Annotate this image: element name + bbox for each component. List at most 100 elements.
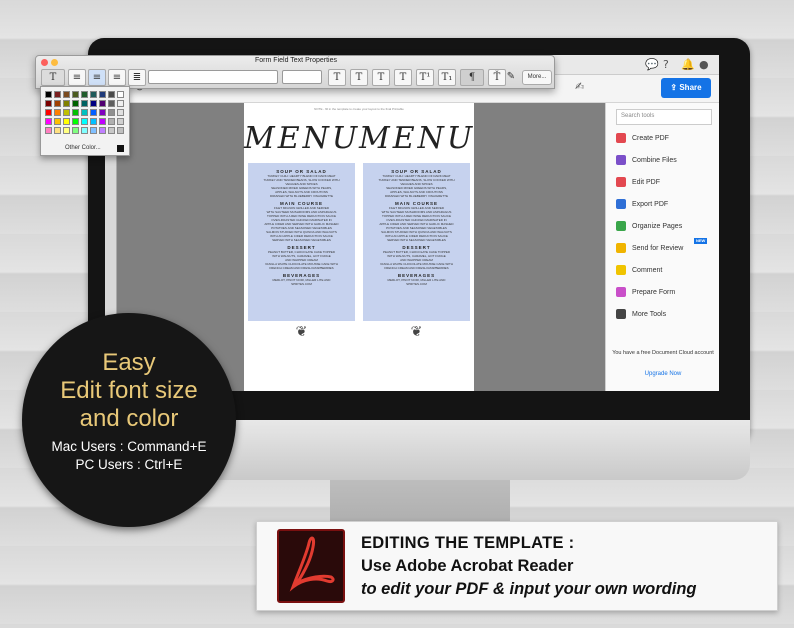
color-swatch[interactable] <box>63 91 70 98</box>
align-center-button[interactable]: ≡ <box>88 69 106 86</box>
color-swatch[interactable] <box>54 118 61 125</box>
color-swatch[interactable] <box>99 109 106 116</box>
combine-files-icon <box>616 155 626 166</box>
superscript-glyph: T¹ <box>419 72 431 83</box>
color-swatch[interactable] <box>90 127 97 134</box>
color-swatch[interactable] <box>99 91 106 98</box>
tool-prepare-form[interactable]: Prepare Form <box>616 287 675 301</box>
justify-icon: ≣ <box>132 72 142 83</box>
tool-comment[interactable]: Comment <box>616 265 662 279</box>
superscript-button[interactable]: T¹ <box>416 69 434 86</box>
search-tools-input[interactable]: Search tools <box>616 109 712 125</box>
color-swatch[interactable] <box>117 109 124 116</box>
font-size-field[interactable] <box>282 70 322 84</box>
color-swatch[interactable] <box>90 100 97 107</box>
color-swatch[interactable] <box>63 109 70 116</box>
tool-create-pdf[interactable]: Create PDF <box>616 133 669 147</box>
color-swatch[interactable] <box>45 109 52 116</box>
other-color-option[interactable]: Other Color... <box>65 145 101 151</box>
color-swatch[interactable] <box>81 91 88 98</box>
badge-line-2: Edit font size <box>60 377 198 404</box>
color-swatch[interactable] <box>63 100 70 107</box>
color-swatch[interactable] <box>72 100 79 107</box>
tool-more-tools[interactable]: More Tools <box>616 309 666 323</box>
color-swatch[interactable] <box>99 100 106 107</box>
tool-edit-pdf[interactable]: Edit PDF <box>616 177 660 191</box>
color-swatch[interactable] <box>63 127 70 134</box>
color-swatch[interactable] <box>99 127 106 134</box>
color-swatch[interactable] <box>81 109 88 116</box>
color-swatch[interactable] <box>63 118 70 125</box>
help-icon[interactable]: ? <box>663 58 669 71</box>
section-line: FRENCH CREAM AND FRESH RASPBERRIES <box>384 266 449 270</box>
tool-combine-files[interactable]: Combine Files <box>616 155 677 169</box>
color-swatch[interactable] <box>45 118 52 125</box>
color-swatch[interactable] <box>72 109 79 116</box>
color-swatch[interactable] <box>90 118 97 125</box>
color-swatch[interactable] <box>108 127 115 134</box>
color-swatch[interactable] <box>72 127 79 134</box>
menu-card-left: MENU SOUP OR SALAD TURKEY CHILI: HEARTY … <box>244 121 359 340</box>
strikethrough-button[interactable]: T <box>394 69 412 86</box>
more-button[interactable]: More... <box>522 70 552 85</box>
color-swatch[interactable] <box>54 100 61 107</box>
line-spacing-icon: Ť <box>493 72 501 83</box>
create-pdf-icon <box>616 133 626 144</box>
more-tools-icon <box>616 309 626 320</box>
color-swatch[interactable] <box>99 118 106 125</box>
page-note: NOTE - fill in the template to create yo… <box>314 107 404 111</box>
paragraph-direction-button[interactable]: ¶ <box>460 69 484 86</box>
align-right-button[interactable]: ≡ <box>108 69 126 86</box>
tool-export-pdf[interactable]: Export PDF <box>616 199 668 213</box>
badge-line-3: and color <box>79 405 179 432</box>
section-line: DRIZZLED WITH BLUEBERRY VINAIGRETTE <box>270 194 333 198</box>
text-style-button[interactable]: T <box>328 69 346 86</box>
color-swatch[interactable] <box>54 127 61 134</box>
color-swatch[interactable] <box>108 109 115 116</box>
upgrade-now-link[interactable]: Upgrade Now <box>612 371 714 377</box>
text-size-button[interactable]: T <box>350 69 368 86</box>
color-swatch[interactable] <box>81 127 88 134</box>
font-family-select[interactable] <box>148 70 278 84</box>
color-swatch[interactable] <box>108 118 115 125</box>
color-swatch[interactable] <box>45 100 52 107</box>
selected-color-swatch[interactable] <box>117 145 124 152</box>
avatar-icon[interactable]: ● <box>699 58 709 71</box>
color-swatch[interactable] <box>117 100 124 107</box>
sign-icon[interactable]: ✍ <box>575 80 584 93</box>
color-swatch[interactable] <box>90 91 97 98</box>
subscript-button[interactable]: T₁ <box>438 69 456 86</box>
share-button[interactable]: ⇪ Share <box>661 78 711 98</box>
justify-button[interactable]: ≣ <box>128 69 146 86</box>
edit-pdf-icon <box>616 177 626 188</box>
tool-organize-pages[interactable]: Organize Pages <box>616 221 682 235</box>
tool-label: Edit PDF <box>632 179 661 186</box>
color-swatch[interactable] <box>54 91 61 98</box>
new-badge: NEW <box>694 238 708 244</box>
menu-form-field[interactable]: SOUP OR SALAD TURKEY CHILI: HEARTY BLEND… <box>248 163 355 321</box>
color-swatch[interactable] <box>117 127 124 134</box>
color-swatch[interactable] <box>108 100 115 107</box>
color-swatch[interactable] <box>117 91 124 98</box>
bell-icon[interactable]: 🔔 <box>681 58 695 71</box>
tool-send-for-review[interactable]: Send for Review NEW <box>616 238 716 257</box>
chat-icon[interactable]: 💬 <box>645 58 659 71</box>
align-left-button[interactable]: ≡ <box>68 69 86 86</box>
color-swatch[interactable] <box>90 109 97 116</box>
acrobat-swirl-icon <box>289 536 335 592</box>
color-swatch[interactable] <box>72 91 79 98</box>
color-swatch[interactable] <box>72 118 79 125</box>
color-swatch[interactable] <box>81 118 88 125</box>
menu-form-field[interactable]: SOUP OR SALAD TURKEY CHILI: HEARTY BLEND… <box>363 163 470 321</box>
underline-button[interactable]: T <box>372 69 390 86</box>
highlighter-button[interactable]: ✎ <box>502 69 520 86</box>
color-swatch[interactable] <box>108 91 115 98</box>
tool-label: Export PDF <box>632 201 669 208</box>
text-color-button[interactable]: T <box>41 69 65 86</box>
color-swatch[interactable] <box>45 127 52 134</box>
color-swatch[interactable] <box>81 100 88 107</box>
send-for-review-icon <box>616 243 626 254</box>
color-swatch[interactable] <box>54 109 61 116</box>
color-swatch[interactable] <box>45 91 52 98</box>
color-swatch[interactable] <box>117 118 124 125</box>
